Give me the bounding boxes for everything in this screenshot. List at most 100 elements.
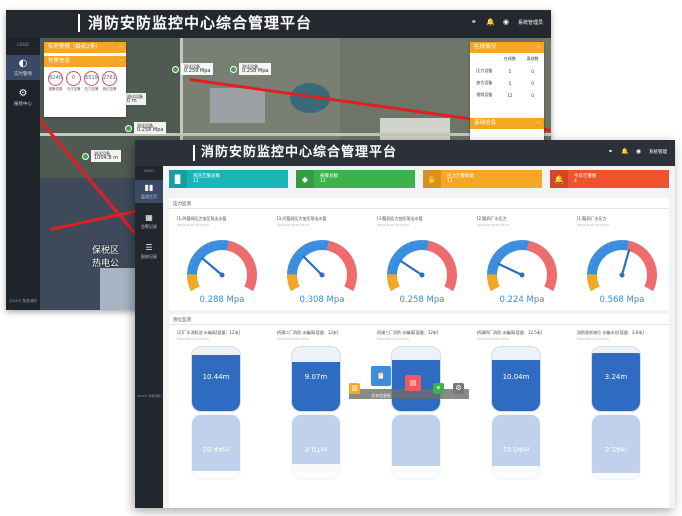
link-icon[interactable]: ⚭ [470, 18, 478, 26]
user-avatar-icon[interactable]: ◉ [635, 148, 642, 155]
tank-value: 9.07m [304, 373, 328, 381]
screenshot-stage: 消防安防监控中心综合管理平台 ⚭ 🔔 ◉ 系统管理员 LOGO ◐ 实时警情 ⚙… [0, 0, 682, 516]
front-sidebar-label: 监测主页 [141, 194, 157, 199]
link-icon[interactable]: ⚭ [607, 148, 614, 155]
level-tank[interactable]: [2]厂水消防池 水箱高[容量：12米] 2019-09-23 09:33:20 1… [177, 330, 257, 480]
front-sidebar-label: 告警记录 [141, 224, 157, 229]
user-avatar-icon[interactable]: ◉ [502, 18, 510, 26]
settings-gear-icon[interactable]: ⚙ [453, 383, 464, 394]
floating-toolbar: ▥ 📋 ▤ ⚭ ⚙ 文本信息框 [349, 366, 469, 426]
gauge-dial [487, 240, 557, 292]
front-app-title: 消防安防监控中心综合管理平台 [193, 145, 397, 161]
back-app-title: 消防安防监控中心综合管理平台 [78, 14, 312, 32]
calendar-icon[interactable]: ▤ [405, 375, 421, 391]
tank-gauge: 10.04m [491, 346, 541, 412]
alarm-count[interactable]: 5519 [84, 71, 99, 86]
tank-value: 10.04m [502, 373, 530, 381]
back-sidebar-label: 实时警情 [14, 72, 32, 77]
wrench-icon: ⚙ [18, 88, 28, 99]
toolbar-label: 文本信息框 [371, 393, 391, 398]
tank-gauge: 9.07m [291, 346, 341, 412]
front-sidebar-label: 报修记录 [141, 254, 157, 259]
alarm-count-labels: 报警总数 今日告警 压力告警 液位告警 [48, 87, 117, 91]
gauge-dial [587, 240, 657, 292]
stat-tiles: ▉ 液压告警总数 11 ◆ 报警总数 12 ✋ 压力告警数量 11 🔔 今日告警数 4 [169, 170, 669, 188]
back-sidebar-item-repair[interactable]: ⚙ 报修中心 [6, 88, 40, 107]
pressure-gauge[interactable]: [1,9]管网压力加压泵出水管 2019-09-23 09:33:20 0.288 … [177, 216, 267, 305]
pressure-gauge[interactable]: [3]管网压力加压泵出水管 2019-09-23 09:33:20 0.258 Mp… [377, 216, 467, 305]
link-tool-icon[interactable]: ⚭ [433, 383, 444, 394]
bell-icon: 🔔 [550, 170, 568, 188]
gauge-label: [2]管网厂水压力 [477, 216, 507, 221]
front-sidebar-item-repair[interactable]: ☰ 报修记录 [135, 240, 163, 263]
notification-bell-icon[interactable]: 🔔 [621, 148, 628, 155]
tank-reflection: 10.44m [191, 414, 241, 480]
stat-tile-today-alarm[interactable]: 🔔 今日告警数 4 [550, 170, 669, 188]
pin-marker-icon [172, 65, 179, 73]
pin-card: 测试设备 0 m [124, 93, 146, 105]
section-title: 压力监测 [169, 198, 669, 209]
back-header-actions: ⚭ 🔔 ◉ 系统管理员 [470, 18, 543, 26]
map-device-pin[interactable]: 测试设备 1004.8 m [82, 150, 121, 162]
level-tank[interactable]: 桥頭三厂消防 水箱高[容量：12米] 2019-09-23 09:33:20 [377, 330, 457, 480]
level-tank[interactable]: 桥頭四厂消防 水箱高[容量：12.5米] 2019-09-23 09:33:20 1… [477, 330, 557, 480]
back-logo: LOGO [17, 42, 29, 47]
tank-reflection: 9.07m [291, 414, 341, 480]
map-device-pin[interactable]: 测试设备 0.258 Mpa [230, 63, 272, 75]
map-label: 保税区 [92, 246, 120, 256]
front-sidebar-item-monitor[interactable]: ▮▮ 监测主页 [135, 180, 163, 203]
panel-header-alarm: 告警信息 − [44, 56, 126, 67]
tank-value: 10.44m [202, 373, 230, 381]
pressure-gauge[interactable]: [3,4]管网压力加压泵出水管 2019-09-23 09:33:20 0.308 … [277, 216, 367, 305]
panel-header-online: 在线情况 − [470, 42, 544, 53]
pin-card: 测试设备 0.258 Mpa [239, 63, 272, 75]
gauge-needle [497, 262, 524, 277]
gauge-value: 0.258 Mpa [399, 295, 445, 305]
front-user-name[interactable]: 系统管理 [649, 149, 667, 155]
alarm-count[interactable]: 2761 [102, 71, 117, 86]
minimize-icon[interactable]: − [536, 118, 541, 129]
level-label: 桥頭三厂消防 水箱高[容量：12米] [377, 330, 439, 335]
gauge-dial [187, 240, 257, 292]
minimize-icon[interactable]: − [536, 42, 541, 53]
minimize-icon[interactable]: − [118, 56, 123, 67]
back-user-name[interactable]: 系统管理员 [518, 19, 543, 26]
pressure-gauge[interactable]: [1]管网厂水压力 2019-09-23 09:33:20 0.568 Mpa [577, 216, 667, 305]
gauge-timestamp: 2019-09-23 09:33:20 [577, 223, 609, 227]
chart-icon: ▮▮ [144, 183, 154, 192]
level-label: 桥頭四厂消防 水箱高[容量：12.5米] [477, 330, 543, 335]
gauge-timestamp: 2019-09-23 09:33:20 [477, 223, 509, 227]
cube-icon: ◆ [296, 170, 314, 188]
tank-reflection: 10.04m [491, 414, 541, 480]
map-device-pin[interactable]: 测试设备 0.259 Mpa [172, 63, 214, 75]
pin-card: 测试设备 0.258 Mpa [134, 122, 167, 134]
minimize-icon[interactable]: − [118, 42, 123, 53]
level-timestamp: 2019-09-23 09:33:20 [277, 337, 309, 341]
level-tank[interactable]: 消防泵房液位 水箱水位[容量：3.6米] 2019-09-23 09:33:20 3… [577, 330, 657, 480]
front-sidebar-item-alarm[interactable]: ▦ 告警记录 [135, 210, 163, 233]
back-sidebar-item-realtime[interactable]: ◐ 实时警情 [6, 55, 40, 80]
pressure-gauge[interactable]: [2]管网厂水压力 2019-09-23 09:33:20 0.224 Mpa [477, 216, 567, 305]
stat-tile-total-alarm[interactable]: ◆ 报警总数 12 [296, 170, 415, 188]
level-timestamp: 2019-09-23 09:33:20 [577, 337, 609, 341]
pressure-monitor-section: 压力监测 [1,9]管网压力加压泵出水管 2019-09-23 09:33:20 0… [169, 198, 669, 310]
stat-tile-pressure-alarm[interactable]: ✋ 压力告警数量 11 [423, 170, 542, 188]
level-tank[interactable]: 桥頭二厂消防 水箱高[容量：12米] 2019-09-23 09:33:20 9.0… [277, 330, 357, 480]
gauge-label: [1,9]管网压力加压泵出水管 [177, 216, 227, 221]
pin-marker-icon [82, 152, 89, 160]
clipboard-icon[interactable]: 📋 [371, 366, 391, 386]
gauge-timestamp: 2019-09-23 09:33:20 [277, 223, 309, 227]
tank-value: 3.24m [604, 373, 628, 381]
pin-card: 测试设备 0.259 Mpa [181, 63, 214, 75]
chart-tool-icon[interactable]: ▥ [349, 383, 360, 394]
gauge-timestamp: 2019-09-23 09:33:20 [377, 223, 409, 227]
level-label: 消防泵房液位 水箱水位[容量：3.6米] [577, 330, 644, 335]
front-sidebar: LOGO ▮▮ 监测主页 ▦ 告警记录 ☰ 报修记录 2019©·智慧消防 [135, 166, 163, 508]
gauge-label: [1]管网厂水压力 [577, 216, 607, 221]
notification-bell-icon[interactable]: 🔔 [486, 18, 495, 26]
map-device-pin[interactable]: 测试设备 0.258 Mpa [125, 122, 167, 134]
bookmark-icon: ▉ [169, 170, 187, 188]
stat-tile-level-alarm[interactable]: ▉ 液压告警总数 11 [169, 170, 288, 188]
alarm-count[interactable]: 8240 [48, 71, 63, 86]
alarm-count[interactable]: 0 [66, 71, 81, 86]
